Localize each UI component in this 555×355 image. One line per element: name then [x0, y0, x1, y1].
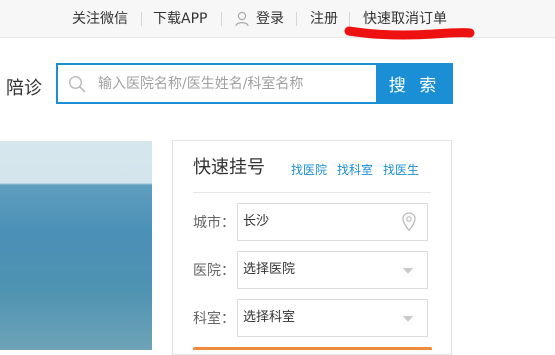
panel-title: 快速挂号 — [193, 157, 265, 178]
banner-image — [0, 141, 152, 350]
department-select[interactable]: 选择科室 — [237, 299, 428, 337]
search-button[interactable]: 搜 索 — [376, 63, 453, 104]
user-icon — [235, 11, 249, 27]
follow-wechat-link[interactable]: 关注微信 — [72, 10, 128, 28]
city-field[interactable]: 长沙 — [237, 203, 428, 241]
hospital-label: 医院： — [193, 263, 235, 279]
find-doctor-link[interactable]: 找医生 — [383, 163, 419, 177]
city-label: 城市： — [193, 215, 235, 231]
register-link[interactable]: 注册 — [310, 10, 338, 28]
panel-links: 找医院 找科室 找医生 — [291, 162, 429, 178]
chevron-down-icon — [403, 316, 413, 322]
red-scribble-mark — [344, 26, 475, 40]
download-app-link[interactable]: 下载APP — [153, 10, 207, 28]
department-label: 科室： — [193, 311, 235, 327]
search-bar: 搜 索 — [56, 63, 453, 104]
location-pin-icon[interactable] — [402, 212, 416, 232]
find-department-link[interactable]: 找科室 — [337, 163, 373, 177]
quick-register-panel: 快速挂号 找医院 找科室 找医生 城市： 长沙 医院： 选择医院 科室： 选择科室 — [172, 140, 452, 355]
service-label: 陪诊 — [6, 78, 42, 99]
department-value: 选择科室 — [243, 310, 296, 325]
hospital-select[interactable]: 选择医院 — [237, 251, 428, 289]
search-icon — [68, 75, 86, 93]
search-input[interactable] — [98, 65, 374, 102]
city-value: 长沙 — [243, 214, 270, 229]
find-hospital-link[interactable]: 找医院 — [291, 163, 327, 177]
divider — [221, 12, 222, 26]
login-link[interactable]: 登录 — [256, 10, 284, 28]
divider — [193, 192, 431, 193]
hospital-value: 选择医院 — [243, 262, 296, 277]
chevron-down-icon — [403, 268, 413, 274]
divider — [141, 12, 142, 26]
divider — [296, 12, 297, 26]
